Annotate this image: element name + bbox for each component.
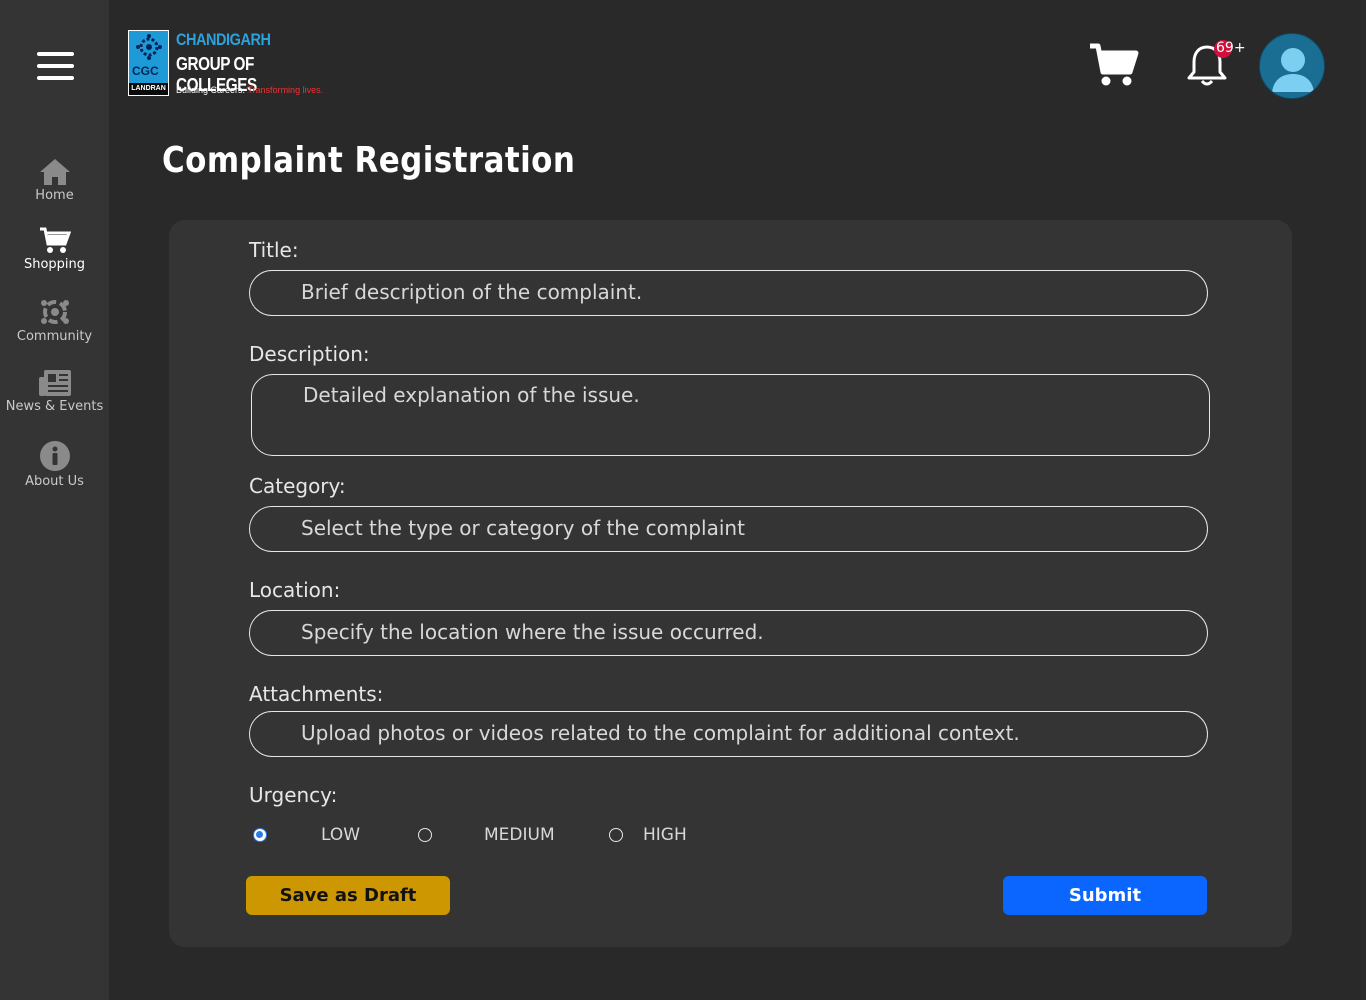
tagline-red: Transforming lives. — [247, 85, 324, 95]
location-input[interactable]: Specify the location where the issue occ… — [249, 610, 1208, 656]
title-input[interactable]: Brief description of the complaint. — [249, 270, 1208, 316]
sidebar-item-shopping[interactable]: Shopping — [0, 227, 109, 272]
logo-sub-text: LANDRAN — [129, 83, 168, 95]
urgency-high-radio[interactable] — [609, 828, 623, 842]
logo-mark-text: CGC — [132, 64, 159, 78]
page-title: Complaint Registration — [162, 140, 576, 181]
sidebar-item-label: Shopping — [23, 257, 86, 272]
community-icon — [40, 300, 69, 324]
urgency-medium-label: MEDIUM — [484, 825, 555, 845]
save-draft-button[interactable]: Save as Draft — [246, 876, 450, 915]
tagline-white: Building Careers. — [176, 85, 246, 95]
urgency-high-label: HIGH — [643, 825, 687, 845]
cart-icon — [39, 227, 71, 253]
description-textarea[interactable]: Detailed explanation of the issue. — [251, 374, 1210, 456]
sidebar-item-label: Home — [35, 188, 74, 203]
urgency-medium-radio[interactable] — [418, 828, 432, 842]
info-icon — [39, 441, 70, 471]
description-label: Description: — [249, 342, 370, 366]
urgency-low-radio[interactable] — [253, 828, 267, 842]
avatar-silhouette — [1272, 48, 1314, 92]
cart-icon[interactable] — [1088, 42, 1140, 88]
sidebar-item-news-events[interactable]: News & Events — [0, 369, 109, 414]
home-icon — [39, 159, 70, 185]
logo-tagline: Building Careers. Transforming lives. — [176, 85, 323, 95]
newspaper-icon — [38, 370, 71, 396]
user-avatar-icon[interactable] — [1259, 33, 1325, 99]
logo-line-1: CHANDIGARH — [176, 30, 271, 49]
sidebar-item-label: Community — [16, 329, 93, 344]
location-label: Location: — [249, 578, 341, 602]
college-logo[interactable]: CGC LANDRAN CHANDIGARH GROUP OF COLLEGES… — [128, 30, 328, 98]
urgency-low-label: LOW — [321, 825, 361, 845]
sidebar-item-community[interactable]: Community — [0, 297, 109, 344]
sidebar-item-about-us[interactable]: About Us — [0, 440, 109, 489]
title-label: Title: — [249, 238, 299, 262]
sidebar-item-home[interactable]: Home — [0, 158, 109, 203]
hamburger-menu-icon[interactable] — [37, 52, 74, 80]
category-label: Category: — [249, 474, 346, 498]
logo-mark: CGC LANDRAN — [128, 30, 169, 96]
attachments-label: Attachments: — [249, 682, 384, 706]
sidebar-item-label: News & Events — [5, 399, 104, 414]
sidebar: Home Shopping Community News & Events Ab… — [0, 0, 109, 1000]
submit-button[interactable]: Submit — [1003, 876, 1207, 915]
notification-count: 69+ — [1216, 40, 1246, 56]
urgency-label: Urgency: — [249, 783, 338, 807]
category-select[interactable]: Select the type or category of the compl… — [249, 506, 1208, 552]
logo-emblem-icon — [136, 34, 162, 60]
sidebar-item-label: About Us — [25, 474, 84, 489]
attachments-upload[interactable]: Upload photos or videos related to the c… — [249, 711, 1208, 757]
